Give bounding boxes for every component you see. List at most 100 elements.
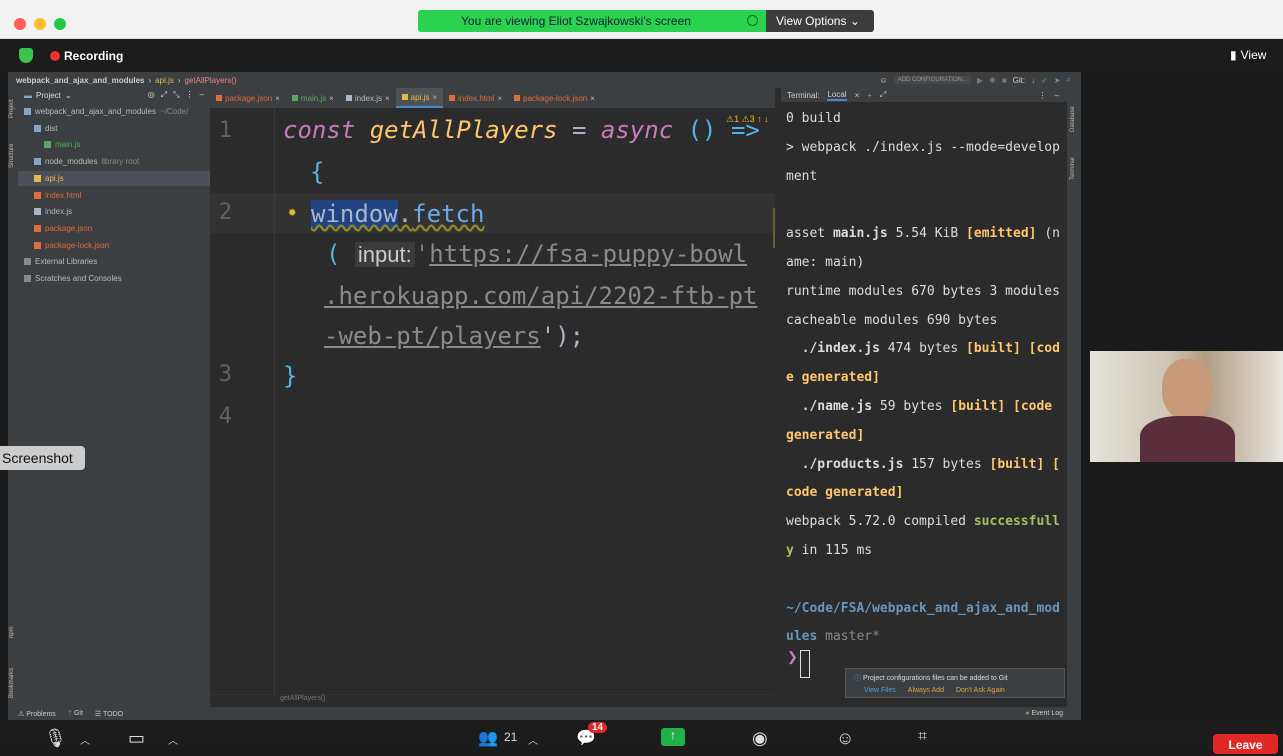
editor-tab[interactable]: main.js × xyxy=(286,88,340,108)
git-tab[interactable]: ᛘ Git xyxy=(68,710,83,717)
inspection-warning-icon[interactable]: ⚠1 ⚠3 ↑ ↓ xyxy=(726,114,769,125)
minimize-window-button[interactable] xyxy=(34,18,46,30)
search-icon[interactable]: ⌕ xyxy=(1067,75,1071,85)
view-button[interactable]: ▮ View xyxy=(1230,48,1266,62)
debug-icon[interactable]: ✱ xyxy=(989,76,996,85)
zoom-window-button[interactable] xyxy=(54,18,66,30)
mute-microphone-icon[interactable]: 🎙 xyxy=(44,728,67,749)
always-add-link[interactable]: Always Add xyxy=(908,687,944,694)
close-window-button[interactable] xyxy=(14,18,26,30)
todo-tab[interactable]: ☰ TODO xyxy=(95,710,123,718)
close-icon[interactable]: × xyxy=(385,94,390,103)
video-camera-icon[interactable]: ▭ xyxy=(128,728,145,749)
terminal-cursor[interactable] xyxy=(800,650,810,678)
chevron-up-icon[interactable]: ︿ xyxy=(80,732,90,747)
expand-icon[interactable]: ⤢ xyxy=(880,90,886,100)
hide-icon[interactable]: – xyxy=(1055,91,1059,100)
run-icon[interactable]: ▶ xyxy=(977,76,983,85)
tree-item[interactable]: node_modules library root xyxy=(18,154,210,169)
npm-side-tab[interactable]: npm xyxy=(9,626,15,638)
terminal-side-tab[interactable]: Terminal xyxy=(1070,157,1076,180)
git-update-icon[interactable]: ↓ xyxy=(1031,76,1035,85)
bookmarks-side-tab[interactable]: Bookmarks xyxy=(9,668,15,698)
tree-item[interactable]: External Libraries xyxy=(18,254,210,269)
tree-item[interactable]: package.json xyxy=(18,221,210,236)
share-screen-icon[interactable]: ↑ xyxy=(661,728,685,746)
editor-tab[interactable]: index.js × xyxy=(340,88,396,108)
status-func[interactable]: getAllPlayers() xyxy=(280,695,326,702)
tree-item[interactable]: api.js xyxy=(18,170,210,186)
close-icon[interactable]: × xyxy=(275,94,280,103)
git-push-icon[interactable]: ➤ xyxy=(1054,76,1061,85)
tree-item[interactable]: main.js xyxy=(18,137,210,152)
structure-side-tab[interactable]: Structure xyxy=(9,144,15,168)
code-line-2c[interactable]: .herokuapp.com/api/2202-ftb-pt xyxy=(324,282,757,310)
terminal-tab-local[interactable]: Local xyxy=(827,90,847,101)
tree-item[interactable]: dist xyxy=(18,121,210,136)
leave-button[interactable]: Leave xyxy=(1213,734,1278,754)
expand-icon[interactable]: ⤢ xyxy=(161,90,167,100)
tree-item[interactable]: index.js xyxy=(18,204,210,219)
chevron-down-icon[interactable]: ⌄ xyxy=(65,91,72,100)
screenshot-label: Screenshot xyxy=(2,450,73,466)
stop-icon[interactable]: ■ xyxy=(1002,76,1007,85)
close-icon[interactable]: × xyxy=(497,94,502,103)
collapse-icon[interactable]: ⤡ xyxy=(173,90,179,100)
breadcrumb-project[interactable]: webpack_and_ajax_and_modules xyxy=(16,76,145,85)
terminal-text: successfull xyxy=(973,514,1060,530)
run-config-dropdown[interactable]: ADD CONFIGURATION... xyxy=(893,76,971,84)
editor-tab[interactable]: package-lock.json × xyxy=(508,88,601,108)
more-icon[interactable]: ⋮ xyxy=(1039,91,1047,100)
tree-item[interactable]: webpack_and_ajax_and_modules ~/Code/ xyxy=(18,104,210,119)
file-icon xyxy=(44,141,51,149)
dont-ask-link[interactable]: Don't Ask Again xyxy=(956,687,1005,694)
participant-video[interactable] xyxy=(1090,351,1283,462)
code-editor[interactable]: 1 2 3 4 ✹ const getAllPlayers = async ()… xyxy=(210,108,775,694)
editor-tab[interactable]: package.json × xyxy=(210,88,286,108)
terminal-line: ./name.js 59 bytes [built] [code xyxy=(781,393,1067,422)
view-files-link[interactable]: View Files xyxy=(864,687,896,694)
code-line-3: } xyxy=(283,362,298,390)
code-line-2d: -web-pt/players'); xyxy=(324,322,584,350)
user-icon[interactable]: ☺ xyxy=(880,76,888,85)
file-icon xyxy=(514,95,521,101)
lightbulb-icon[interactable]: ✹ xyxy=(288,204,296,220)
breadcrumb-file[interactable]: api.js xyxy=(155,76,174,85)
project-side-tab[interactable]: Project xyxy=(9,99,15,118)
view-options-button[interactable]: View Options ⌄ xyxy=(766,10,874,32)
editor-tab[interactable]: api.js × xyxy=(395,88,443,108)
target-icon[interactable]: ◎ xyxy=(148,90,155,100)
database-side-tab[interactable]: Database xyxy=(1070,106,1076,132)
hide-icon[interactable]: – xyxy=(200,90,204,100)
security-shield-icon[interactable] xyxy=(19,48,33,63)
problems-tab[interactable]: ⚠ Problems xyxy=(18,710,56,718)
close-icon[interactable]: × xyxy=(329,94,334,103)
git-commit-icon[interactable]: ✓ xyxy=(1041,76,1048,85)
editor-tab[interactable]: index.html × xyxy=(443,88,508,108)
close-icon[interactable]: × xyxy=(855,91,860,100)
file-icon xyxy=(34,224,41,232)
tree-item[interactable]: index.html xyxy=(18,188,210,203)
participant-count: 21 xyxy=(504,730,518,744)
code-token[interactable]: https://fsa-puppy-bowl xyxy=(429,240,747,268)
tree-item[interactable]: package-lock.json xyxy=(18,238,210,253)
close-icon[interactable]: × xyxy=(432,93,437,102)
add-tab-icon[interactable]: + xyxy=(867,91,872,100)
editor-tab-label: index.html xyxy=(458,93,495,103)
file-icon xyxy=(34,241,41,249)
project-panel-title[interactable]: Project xyxy=(36,91,61,100)
reactions-icon[interactable]: ☺ xyxy=(836,728,854,749)
code-token[interactable]: -web-pt/players xyxy=(324,322,541,350)
more-icon[interactable]: ⋮ xyxy=(186,90,194,100)
chevron-up-icon[interactable]: ︿ xyxy=(528,732,538,747)
tree-item[interactable]: Scratches and Consoles xyxy=(18,271,210,286)
record-icon[interactable]: ◉ xyxy=(752,728,768,749)
participants-icon[interactable]: 👥 xyxy=(478,728,498,748)
breadcrumb-func[interactable]: getAllPlayers() xyxy=(185,76,237,85)
apps-icon[interactable]: ⌗ xyxy=(918,728,927,746)
close-icon[interactable]: × xyxy=(590,94,595,103)
event-log-tab[interactable]: ● Event Log xyxy=(1025,710,1081,717)
chevron-up-icon[interactable]: ︿ xyxy=(168,732,178,747)
